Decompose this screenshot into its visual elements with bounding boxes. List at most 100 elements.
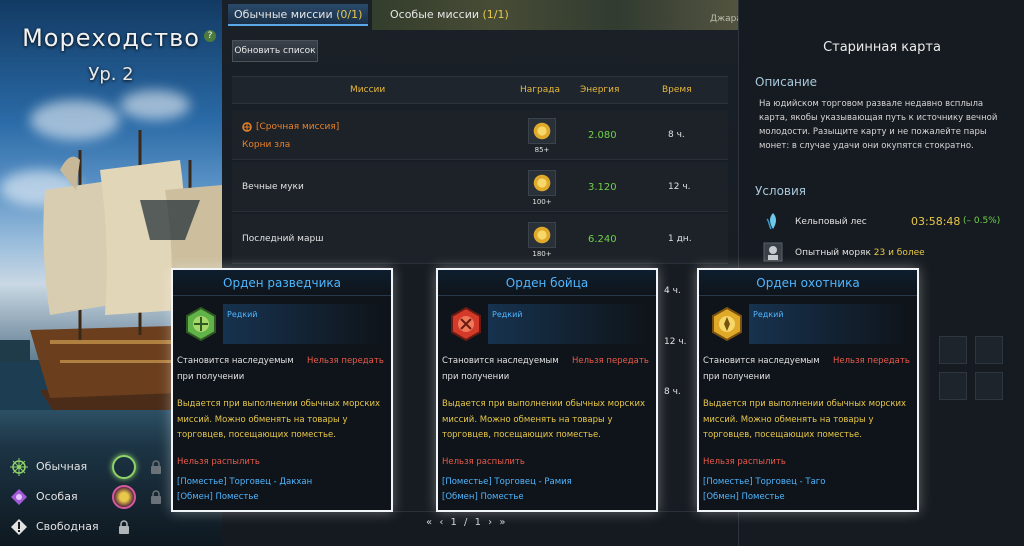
reward-medal-icon[interactable] <box>528 222 556 248</box>
warning-icon <box>11 519 27 535</box>
no-disassemble-label: Нельзя распылить <box>703 457 786 467</box>
reward-medal-icon[interactable] <box>528 170 556 196</box>
reward-count: 85+ <box>534 146 550 154</box>
kelp-forest-icon <box>766 213 776 230</box>
condition-percent: (– 0.5%) <box>963 216 1001 226</box>
tooltip-title: Орден разведчика <box>173 270 391 296</box>
refresh-list-button[interactable]: Обновить список <box>232 40 318 62</box>
no-disassemble-label: Нельзя распылить <box>177 457 260 467</box>
no-transfer-label: Нельзя передать <box>572 356 649 366</box>
bind-info: Становится наследуемым <box>703 356 820 366</box>
mode-progress-ring <box>112 485 136 509</box>
time-value: 8 ч. <box>668 130 685 140</box>
hunter-medal-icon <box>712 306 742 342</box>
tooltip-title: Орден бойца <box>438 270 656 296</box>
time-value: 8 ч. <box>664 387 681 397</box>
no-transfer-label: Нельзя передать <box>307 356 384 366</box>
rarity-label: Редкий <box>492 310 523 319</box>
energy-value: 2.080 <box>588 130 617 141</box>
last-page-button[interactable]: » <box>499 517 507 528</box>
tab-count: (1/1) <box>482 8 509 21</box>
time-value: 1 дн. <box>668 234 692 244</box>
no-transfer-label: Нельзя передать <box>833 356 910 366</box>
tab-label: Обычные миссии <box>234 8 333 21</box>
tooltip-fighter-order: Орден бойца Редкий Становится наследуемы… <box>436 268 658 512</box>
page-indicator: 1 / 1 <box>450 517 483 528</box>
mission-name: Вечные муки <box>242 182 304 192</box>
no-disassemble-label: Нельзя распылить <box>442 457 525 467</box>
mode-progress-ring <box>112 455 136 479</box>
col-missions: Миссии <box>350 85 386 95</box>
reward-count: 180+ <box>532 250 552 258</box>
item-description: Выдается при выполнении обычных морских … <box>442 399 646 440</box>
crew-slot[interactable] <box>975 372 1003 400</box>
sailor-icon <box>763 242 783 262</box>
description-header: Описание <box>755 75 818 89</box>
next-page-button[interactable]: › <box>488 517 494 528</box>
lock-icon <box>151 490 161 504</box>
cloud <box>120 90 190 120</box>
energy-value: 6.240 <box>588 234 617 245</box>
prev-page-button[interactable]: ‹ <box>439 517 445 528</box>
item-description: Выдается при выполнении обычных морских … <box>177 399 381 440</box>
mission-row[interactable]: [Срочная миссия] Корни зла 85+ 2.080 8 ч… <box>232 110 728 160</box>
rarity-label: Редкий <box>753 310 784 319</box>
level-label: Ур. 2 <box>88 64 134 85</box>
description-text: На юдийском торговом развале недавно всп… <box>759 99 998 151</box>
page-title: Мореходство <box>22 24 200 52</box>
col-reward: Награда <box>520 85 560 95</box>
tab-special-missions[interactable]: Особые миссии (1/1) <box>384 4 515 26</box>
bind-info: Становится наследуемым <box>442 356 559 366</box>
special-voyage-icon <box>11 489 27 505</box>
mission-name: Корни зла <box>242 140 291 150</box>
estate-source: [Поместье] Торговец - Рамия <box>442 477 572 487</box>
condition-value: 23 и более <box>873 248 925 258</box>
crew-slot[interactable] <box>939 336 967 364</box>
detail-title: Старинная карта <box>823 40 941 55</box>
time-value: 12 ч. <box>668 182 691 192</box>
reward-medal-icon[interactable] <box>528 118 556 144</box>
crew-slot[interactable] <box>975 336 1003 364</box>
bind-condition: при получении <box>703 372 771 382</box>
tooltip-hunter-order: Орден охотника Редкий Становится наследу… <box>697 268 919 512</box>
condition-label: Опытный моряк 23 и более <box>795 248 925 258</box>
mode-label: Свободная <box>36 520 99 533</box>
urgent-icon <box>242 122 252 132</box>
mission-name: Последний марш <box>242 234 324 244</box>
lock-icon <box>119 520 129 534</box>
rarity-label: Редкий <box>227 310 258 319</box>
scout-medal-icon <box>186 306 216 342</box>
exchange-source: [Обмен] Поместье <box>177 492 259 502</box>
help-icon[interactable]: ? <box>204 30 216 42</box>
item-description: Выдается при выполнении обычных морских … <box>703 399 907 440</box>
condition-timer: 03:58:48 <box>911 215 961 228</box>
mode-label: Особая <box>36 490 78 503</box>
tooltip-title: Орден охотника <box>699 270 917 296</box>
first-page-button[interactable]: « <box>426 517 434 528</box>
tab-normal-missions[interactable]: Обычные миссии (0/1) <box>228 4 369 26</box>
urgent-tag: [Срочная миссия] <box>256 122 340 132</box>
tooltip-scout-order: Орден разведчика Редкий Становится насле… <box>171 268 393 512</box>
pagination: « ‹ 1 / 1 › » <box>426 517 507 528</box>
condition-row: Опытный моряк 23 и более <box>763 242 1013 264</box>
time-value: 12 ч. <box>664 337 687 347</box>
crew-slot[interactable] <box>939 372 967 400</box>
tab-count: (0/1) <box>336 8 363 21</box>
mode-label: Обычная <box>36 460 88 473</box>
mission-row[interactable]: Вечные муки 100+ 3.120 12 ч. <box>232 162 728 212</box>
energy-value: 3.120 <box>588 182 617 193</box>
fighter-medal-icon <box>451 306 481 342</box>
reward-count: 100+ <box>532 198 552 206</box>
mode-free[interactable]: Свободная <box>0 512 222 542</box>
mission-row[interactable]: Последний марш 180+ 6.240 1 дн. <box>232 214 728 264</box>
estate-source: [Поместье] Торговец - Таго <box>703 477 826 487</box>
conditions-header: Условия <box>755 184 807 198</box>
bind-info: Становится наследуемым <box>177 356 294 366</box>
sailing-window: Мореходство ? Ур. 2 Обычная Особая Свобо… <box>0 0 1024 546</box>
bind-condition: при получении <box>177 372 245 382</box>
time-value: 4 ч. <box>664 286 681 296</box>
lock-icon <box>151 460 161 474</box>
missions-table-header: Миссии Награда Энергия Время <box>232 76 728 104</box>
estate-source: [Поместье] Торговец - Дакхан <box>177 477 313 487</box>
condition-label: Кельповый лес <box>795 217 867 227</box>
